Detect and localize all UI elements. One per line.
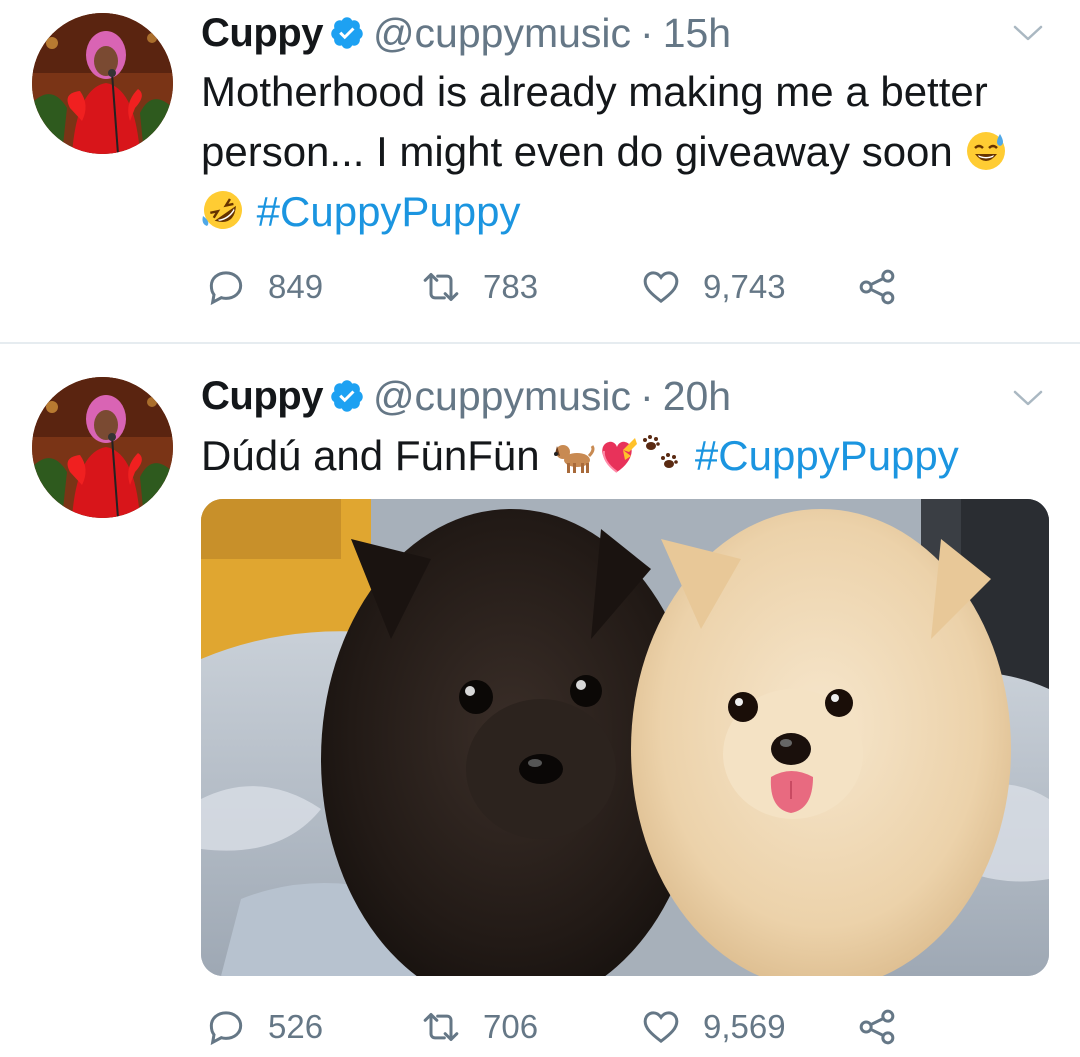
timestamp[interactable]: 15h <box>663 10 731 57</box>
reply-button[interactable]: 526 <box>206 1007 323 1047</box>
heart-with-ribbon-emoji <box>602 438 638 473</box>
tweet[interactable]: Cuppy @cuppymusic · 15h Motherhood is al… <box>0 0 1080 343</box>
tweet-actions: 849 783 9,743 <box>0 267 1080 317</box>
like-button[interactable]: 9,743 <box>641 267 786 307</box>
retweet-count: 783 <box>483 268 539 305</box>
puppies-image <box>201 499 1049 976</box>
tweet-text: Dúdú and FünFün #CuppyPuppy <box>201 426 1051 486</box>
share-button[interactable] <box>857 267 897 307</box>
heart-icon <box>641 267 681 307</box>
tweet-header: Cuppy @cuppymusic · 20h <box>201 371 731 421</box>
sweat-smile-emoji <box>967 132 1006 170</box>
rolling-laughing-emoji <box>202 191 242 229</box>
verified-badge-icon <box>329 378 365 414</box>
hashtag-link[interactable]: #CuppyPuppy <box>695 432 959 479</box>
chevron-down-icon[interactable] <box>1012 23 1044 43</box>
avatar[interactable] <box>32 377 173 518</box>
retweet-button[interactable]: 783 <box>421 267 538 307</box>
tweet-photo[interactable] <box>201 499 1049 976</box>
author-name[interactable]: Cuppy <box>201 374 323 419</box>
author-handle[interactable]: @cuppymusic <box>373 373 631 420</box>
paw-prints-emoji <box>643 435 679 468</box>
tweet-text: Motherhood is already making me a better… <box>201 62 1051 242</box>
like-count: 9,743 <box>703 268 786 305</box>
author-name[interactable]: Cuppy <box>201 11 323 56</box>
tweet-body: Motherhood is already making me a better… <box>201 68 988 175</box>
retweet-count: 706 <box>483 1008 539 1045</box>
reply-icon <box>206 267 246 307</box>
share-icon <box>857 267 897 307</box>
separator: · <box>640 372 654 419</box>
tweet-actions: 526 706 9,569 <box>0 1007 1080 1057</box>
separator: · <box>640 9 654 56</box>
reply-button[interactable]: 849 <box>206 267 323 307</box>
chevron-down-icon[interactable] <box>1012 388 1044 408</box>
hashtag-link[interactable]: #CuppyPuppy <box>257 188 521 235</box>
tweet-body: Dúdú and FünFün <box>201 432 540 479</box>
reply-icon <box>206 1007 246 1047</box>
retweet-icon <box>421 267 461 307</box>
like-count: 9,569 <box>703 1008 786 1045</box>
avatar[interactable] <box>32 13 173 154</box>
verified-badge-icon <box>329 15 365 51</box>
reply-count: 526 <box>268 1008 324 1045</box>
share-button[interactable] <box>857 1007 897 1047</box>
retweet-icon <box>421 1007 461 1047</box>
heart-icon <box>641 1007 681 1047</box>
retweet-button[interactable]: 706 <box>421 1007 538 1047</box>
tweet-header: Cuppy @cuppymusic · 15h <box>201 8 731 58</box>
author-handle[interactable]: @cuppymusic <box>373 10 631 57</box>
like-button[interactable]: 9,569 <box>641 1007 786 1047</box>
dog-emoji <box>554 445 595 473</box>
tweet[interactable]: Cuppy @cuppymusic · 20h Dúdú and FünFün <box>0 344 1080 1045</box>
timestamp[interactable]: 20h <box>663 373 731 420</box>
share-icon <box>857 1007 897 1047</box>
reply-count: 849 <box>268 268 324 305</box>
